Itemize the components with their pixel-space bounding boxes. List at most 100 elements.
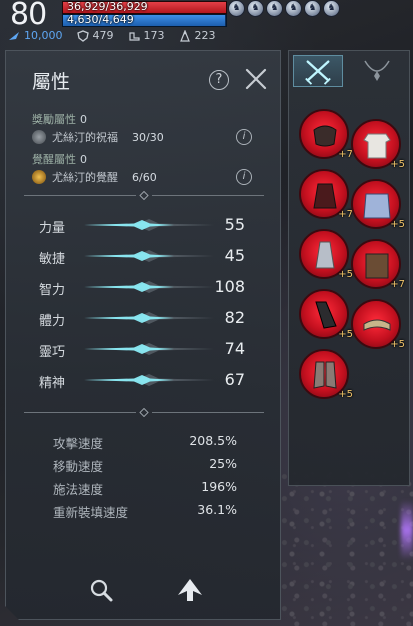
swords-icon [305, 60, 331, 85]
speed-stat: 173 [128, 29, 165, 42]
enhance-level: +7 [338, 209, 353, 220]
arrow-up-icon[interactable] [176, 577, 204, 603]
speed-label: 施法速度 [53, 482, 104, 497]
attribute-glow-bar [84, 311, 214, 325]
buff-icon[interactable]: ♞ [323, 0, 340, 17]
gear-item-icon [315, 241, 335, 269]
attribute-glow-bar [84, 249, 214, 263]
currency-stat: 10,000 [8, 29, 63, 42]
gear-item-icon [315, 301, 337, 329]
close-icon[interactable] [244, 67, 268, 91]
attribute-name: 精神 [39, 376, 66, 391]
bracer-slot[interactable]: +5 [299, 229, 353, 280]
equipment-panel: +7 +5 +7 +5 +5 +7 +5 +5 +5 [288, 50, 410, 486]
awaken-name: 尤絲汀的覺醒 [52, 171, 118, 184]
buff-icon[interactable]: ♞ [285, 0, 302, 17]
divider [24, 191, 264, 200]
awaken-icon [32, 170, 46, 184]
awaken-row: 尤絲汀的覺醒 6/60 [32, 169, 157, 185]
attribute-row: 體力 82 [6, 307, 282, 329]
tab-weapons[interactable] [293, 55, 343, 87]
gauntlet-slot[interactable]: +5 [299, 289, 353, 340]
buff-list: ♞ ♞ ♞ ♞ ♞ ♞ [228, 0, 340, 17]
other-stat-value: 223 [194, 29, 216, 42]
attribute-value: 45 [224, 246, 245, 265]
blessing-count: 30/30 [132, 130, 164, 144]
shirt-slot[interactable]: +5 [351, 119, 405, 170]
divider [24, 408, 264, 417]
gear-item-icon [313, 361, 337, 389]
awaken-count: 6/60 [132, 170, 157, 184]
speed-label: 攻擊速度 [53, 436, 104, 451]
attribute-value: 67 [224, 370, 245, 389]
hp-text: 36,929/36,929 [67, 0, 148, 13]
blessing-row: 尤絲汀的祝福 30/30 [32, 129, 164, 145]
belt-slot[interactable]: +5 [351, 299, 405, 350]
attribute-name: 力量 [39, 221, 66, 236]
speed-value: 208.5% [189, 433, 237, 448]
speed-row: 施法速度 196% [6, 479, 282, 497]
hud-stat-row: 10,000 479 173 223 [8, 29, 216, 42]
attribute-name: 體力 [39, 314, 66, 329]
skirt-slot[interactable]: +5 [351, 179, 405, 230]
enhance-level: +5 [390, 339, 405, 350]
help-button[interactable]: ? [209, 70, 229, 90]
speed-value: 173 [143, 29, 165, 42]
defense-stat: 479 [76, 29, 114, 42]
necklace-icon [364, 60, 390, 81]
reward-attr-title: 獎勵屬性 [32, 113, 76, 126]
enhance-level: +5 [338, 329, 353, 340]
gear-item-icon [363, 193, 391, 219]
blessing-name: 尤絲汀的祝福 [52, 131, 118, 144]
background-rubble [280, 470, 413, 626]
cape-slot[interactable]: +7 [299, 169, 353, 220]
speed-row: 重新裝填速度 36.1% [6, 502, 282, 520]
speed-value: 36.1% [197, 502, 237, 517]
enhance-level: +5 [338, 389, 353, 400]
weight-icon [179, 29, 190, 42]
boots-slot[interactable]: +5 [299, 349, 353, 400]
buff-icon[interactable]: ♞ [266, 0, 283, 17]
attribute-glow-bar [84, 280, 214, 294]
gear-item-icon [365, 253, 389, 279]
gear-item-icon [313, 183, 337, 209]
buff-icon[interactable]: ♞ [228, 0, 245, 17]
buff-icon[interactable]: ♞ [304, 0, 321, 17]
buff-icon[interactable]: ♞ [247, 0, 264, 17]
enhance-level: +5 [390, 219, 405, 230]
mp-bar: 4,630/4,649 [62, 13, 227, 27]
spellbook-slot[interactable]: +7 [351, 239, 405, 290]
background-purple-glow [401, 500, 413, 560]
attribute-value: 82 [224, 308, 245, 327]
speed-value: 196% [201, 479, 237, 494]
attribute-row: 精神 67 [6, 369, 282, 391]
wing-icon [9, 31, 19, 40]
other-stat: 223 [179, 29, 216, 42]
attribute-value: 55 [224, 215, 245, 234]
awaken-attr-label: 覺醒屬性 0 [32, 151, 87, 167]
attribute-name: 靈巧 [39, 345, 66, 360]
attribute-row: 力量 55 [6, 214, 282, 236]
attribute-glow-bar [84, 218, 214, 232]
defense-value: 479 [92, 29, 114, 42]
currency-value: 10,000 [24, 29, 63, 42]
tab-accessories[interactable] [355, 55, 399, 87]
blessing-info-icon[interactable]: i [236, 129, 252, 145]
reward-attr-value: 0 [80, 113, 87, 126]
attribute-name: 敏捷 [39, 252, 66, 267]
attribute-glow-bar [84, 342, 214, 356]
speed-row: 移動速度 25% [6, 456, 282, 474]
enhance-level: +7 [390, 279, 405, 290]
awaken-attr-value: 0 [80, 153, 87, 166]
attribute-name: 智力 [39, 283, 66, 298]
awaken-info-icon[interactable]: i [236, 169, 252, 185]
chest-armor-slot[interactable]: +7 [299, 109, 353, 160]
attribute-row: 敏捷 45 [6, 245, 282, 267]
reward-attr-label: 獎勵屬性 0 [32, 111, 87, 127]
panel-title: 屬性 [32, 71, 71, 93]
awaken-attr-title: 覺醒屬性 [32, 153, 76, 166]
boot-speed-icon [128, 31, 140, 41]
search-icon[interactable] [88, 577, 114, 603]
gear-item-icon [363, 133, 391, 159]
attribute-row: 靈巧 74 [6, 338, 282, 360]
